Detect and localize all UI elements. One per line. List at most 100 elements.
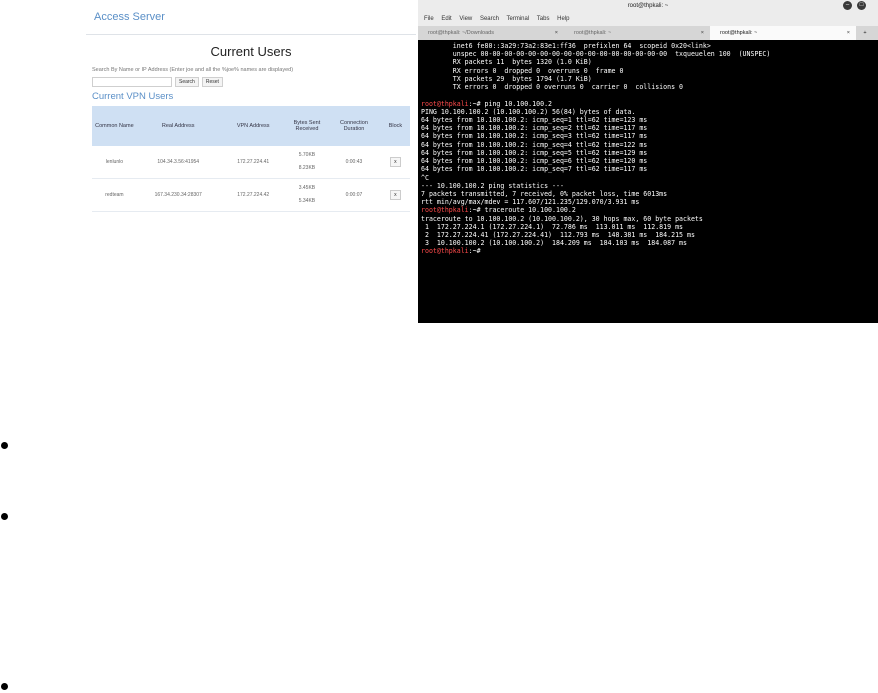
search-button[interactable]: Search <box>175 77 199 87</box>
bytes-received: 5.34KB <box>298 198 316 204</box>
terminal-line: traceroute to 10.100.100.2 (10.100.100.2… <box>421 215 878 223</box>
close-icon[interactable]: × <box>701 26 704 40</box>
menu-view[interactable]: View <box>459 16 472 22</box>
block-button[interactable]: x <box>389 157 401 167</box>
cell-vpn-address: 172.27.224.42 <box>219 178 287 212</box>
terminal-text: 64 bytes from 10.100.100.2: icmp_seq=4 t… <box>421 140 648 149</box>
bullet-point <box>1 513 8 520</box>
tab-downloads[interactable]: root@thpkali: ~/Downloads × <box>418 26 564 40</box>
access-server-header: Access Server <box>86 0 416 35</box>
cell-duration: 0:00:43 <box>327 146 381 179</box>
terminal-text: 64 bytes from 10.100.100.2: icmp_seq=6 t… <box>421 157 648 166</box>
terminal-line: PING 10.100.100.2 (10.100.100.2) 56(84) … <box>421 108 878 116</box>
column-header: Block <box>380 106 410 146</box>
terminal-line: unspec 00-00-00-00-00-00-00-00-00-00-00-… <box>421 50 878 58</box>
terminal-text: traceroute to 10.100.100.2 (10.100.100.2… <box>421 214 703 223</box>
cell-block: x <box>380 146 410 179</box>
menu-help[interactable]: Help <box>557 16 569 22</box>
table-row: lenlunlo 104.34.3.56:41954 172.27.224.41… <box>92 146 410 179</box>
vpn-users-table: Common Name Real Address VPN Address Byt… <box>92 106 410 212</box>
tab-home[interactable]: root@thpkali: ~ × <box>564 26 710 40</box>
terminal-tabs: root@thpkali: ~/Downloads × root@thpkali… <box>418 26 878 40</box>
tab-label: root@thpkali: ~ <box>574 30 612 36</box>
terminal-text: :~# ping 10.100.100.2 <box>468 99 553 108</box>
terminal-text: 1 172.27.224.1 (172.27.224.1) 72.786 ms … <box>421 222 684 231</box>
terminal-text: 2 172.27.224.41 (172.27.224.41) 112.793 … <box>421 231 695 240</box>
window-title: root@thpkali: ~ <box>627 3 669 9</box>
search-input[interactable] <box>92 77 172 87</box>
access-server-panel: Access Server Current Users Search By Na… <box>86 0 416 323</box>
terminal-line: TX packets 29 bytes 1794 (1.7 KiB) <box>421 75 878 83</box>
terminal-titlebar: root@thpkali: ~ – □ <box>418 0 878 12</box>
minimize-icon[interactable]: – <box>843 1 852 10</box>
terminal-line: 3 10.100.100.2 (10.100.100.2) 184.209 ms… <box>421 239 878 247</box>
menu-edit[interactable]: Edit <box>441 16 451 22</box>
menu-tabs[interactable]: Tabs <box>537 16 550 22</box>
terminal-text: unspec 00-00-00-00-00-00-00-00-00-00-00-… <box>421 50 771 59</box>
terminal-line: rtt min/avg/max/mdev = 117.607/121.235/1… <box>421 198 878 206</box>
bullet-point <box>1 683 8 690</box>
terminal-line: root@thpkali:~# <box>421 247 878 255</box>
terminal-text: RX errors 0 dropped 0 overruns 0 frame 0 <box>421 66 624 75</box>
terminal-line: 64 bytes from 10.100.100.2: icmp_seq=2 t… <box>421 124 878 132</box>
terminal-text: ^C <box>421 173 429 182</box>
terminal-text: 64 bytes from 10.100.100.2: icmp_seq=3 t… <box>421 132 648 141</box>
terminal-line: 2 172.27.224.41 (172.27.224.41) 112.793 … <box>421 231 878 239</box>
terminal-line: ^C <box>421 174 878 182</box>
cell-duration: 0:00:07 <box>327 178 381 212</box>
terminal-text: --- 10.100.100.2 ping statistics --- <box>421 181 564 190</box>
menu-search[interactable]: Search <box>480 16 499 22</box>
terminal-text: 64 bytes from 10.100.100.2: icmp_seq=1 t… <box>421 115 648 124</box>
terminal-text: :~# <box>468 247 485 256</box>
shell-prompt: root@thpkali <box>421 206 469 215</box>
close-icon[interactable]: × <box>847 26 850 40</box>
tab-home-active[interactable]: root@thpkali: ~ × <box>710 26 856 40</box>
column-header: Connection Duration <box>327 106 381 146</box>
terminal-line: 1 172.27.224.1 (172.27.224.1) 72.786 ms … <box>421 223 878 231</box>
terminal-line: root@thpkali:~# traceroute 10.100.100.2 <box>421 206 878 214</box>
terminal-text: RX packets 11 bytes 1320 (1.0 KiB) <box>421 58 592 67</box>
terminal-line: root@thpkali:~# ping 10.100.100.2 <box>421 100 878 108</box>
terminal-output[interactable]: inet6 fe80::3a29:73a2:83e1:ff36 prefixle… <box>418 40 878 256</box>
cell-bytes: 3.45KB 5.34KB <box>286 178 328 212</box>
maximize-icon[interactable]: □ <box>857 1 866 10</box>
terminal-line: RX packets 11 bytes 1320 (1.0 KiB) <box>421 58 878 66</box>
cell-real-address: 104.34.3.56:41954 <box>136 146 220 179</box>
search-help-text: Search By Name or IP Address (Enter joe … <box>92 67 294 73</box>
cell-block: x <box>380 178 410 212</box>
cell-common-name: lenlunlo <box>92 146 137 179</box>
page-title: Current Users <box>210 44 292 59</box>
terminal-text: 64 bytes from 10.100.100.2: icmp_seq=2 t… <box>421 124 648 133</box>
terminal-line: 64 bytes from 10.100.100.2: icmp_seq=5 t… <box>421 149 878 157</box>
brand-title: Access Server <box>94 11 165 23</box>
terminal-text: 7 packets transmitted, 7 received, 0% pa… <box>421 189 668 198</box>
menu-terminal[interactable]: Terminal <box>507 16 530 22</box>
table-row: redteam 167.34.230.34:28307 172.27.224.4… <box>92 178 410 212</box>
close-icon[interactable]: × <box>555 26 558 40</box>
terminal-window: root@thpkali: ~ – □ File Edit View Searc… <box>418 0 878 323</box>
terminal-line: 64 bytes from 10.100.100.2: icmp_seq=3 t… <box>421 132 878 140</box>
terminal-menubar: File Edit View Search Terminal Tabs Help <box>418 12 878 26</box>
terminal-line: 7 packets transmitted, 7 received, 0% pa… <box>421 190 878 198</box>
tab-label: root@thpkali: ~ <box>720 30 758 36</box>
column-header: VPN Address <box>219 106 287 146</box>
search-row: Search Reset <box>92 77 416 87</box>
terminal-line: inet6 fe80::3a29:73a2:83e1:ff36 prefixle… <box>421 42 878 50</box>
tab-label: root@thpkali: ~/Downloads <box>428 30 494 36</box>
shell-prompt: root@thpkali <box>421 99 469 108</box>
terminal-text: TX packets 29 bytes 1794 (1.7 KiB) <box>421 74 592 83</box>
terminal-text: inet6 fe80::3a29:73a2:83e1:ff36 prefixle… <box>421 42 711 50</box>
column-header: Common Name <box>92 106 137 146</box>
terminal-text: :~# traceroute 10.100.100.2 <box>468 206 576 215</box>
reset-button[interactable]: Reset <box>201 77 223 87</box>
new-tab-icon[interactable]: + <box>856 26 874 40</box>
terminal-text: 3 10.100.100.2 (10.100.100.2) 184.209 ms… <box>421 239 687 248</box>
menu-file[interactable]: File <box>424 16 434 22</box>
terminal-text: PING 10.100.100.2 (10.100.100.2) 56(84) … <box>421 107 636 116</box>
terminal-text: rtt min/avg/max/mdev = 117.607/121.235/1… <box>421 198 640 207</box>
block-button[interactable]: x <box>389 190 401 200</box>
shell-prompt: root@thpkali <box>421 247 469 256</box>
bytes-sent: 3.45KB <box>298 185 316 191</box>
terminal-line: --- 10.100.100.2 ping statistics --- <box>421 182 878 190</box>
